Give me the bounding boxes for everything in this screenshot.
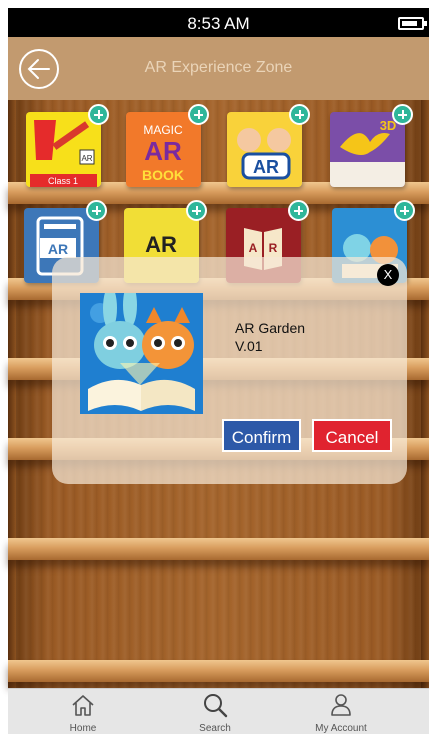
book-cover: AR Class 1 (26, 112, 101, 187)
nav-home[interactable]: Home (38, 689, 128, 734)
user-icon (331, 694, 351, 716)
add-icon[interactable] (186, 200, 207, 221)
nav-search-label: Search (199, 723, 231, 734)
home-icon (72, 695, 94, 716)
app-thumbnail (80, 293, 203, 414)
bottom-nav: Home Search My Account (8, 688, 429, 734)
nav-account-label: My Account (315, 723, 367, 734)
book-tile-3d-bird[interactable]: 3D (330, 104, 413, 187)
app-name: AR Garden (235, 320, 306, 336)
nav-home-label: Home (69, 723, 97, 734)
cancel-button[interactable]: Cancel (312, 419, 392, 452)
svg-text:AR: AR (48, 241, 68, 257)
nav-account[interactable]: My Account (296, 689, 386, 734)
svg-text:AR: AR (144, 136, 182, 166)
app-version: V.01 (235, 338, 263, 354)
book-cover: 3D (330, 112, 405, 187)
confirm-button[interactable]: Confirm (222, 419, 301, 452)
svg-text:AR: AR (145, 232, 177, 257)
svg-text:Class 1: Class 1 (48, 176, 78, 186)
add-icon[interactable] (289, 104, 310, 125)
shelf-plank (8, 660, 429, 682)
add-icon[interactable] (394, 200, 415, 221)
svg-text:A: A (249, 241, 258, 255)
close-dialog-button[interactable]: X (377, 264, 399, 286)
book-tile-class1[interactable]: AR Class 1 (26, 104, 109, 187)
svg-text:BOOK: BOOK (142, 167, 184, 183)
nav-search[interactable]: Search (170, 689, 260, 734)
status-time: 8:53 AM (187, 14, 250, 33)
book-tile-magic-ar[interactable]: MAGIC AR BOOK (126, 104, 209, 187)
battery-icon (398, 17, 427, 30)
add-icon[interactable] (288, 200, 309, 221)
page-title: AR Experience Zone (144, 59, 293, 76)
add-icon[interactable] (188, 104, 209, 125)
add-icon[interactable] (86, 200, 107, 221)
svg-text:AR: AR (253, 157, 279, 177)
svg-text:R: R (269, 241, 278, 255)
book-cover: MAGIC AR BOOK (126, 112, 201, 187)
svg-text:MAGIC: MAGIC (143, 123, 183, 137)
book-cover: AR (227, 112, 302, 187)
status-bar: 8:53 AM (8, 8, 429, 37)
shelf-plank (8, 538, 429, 560)
book-tile-phonics-ar[interactable]: AR (227, 104, 310, 187)
svg-text:AR: AR (81, 154, 92, 163)
add-icon[interactable] (392, 104, 413, 125)
search-icon (204, 694, 228, 718)
app-header: AR Experience Zone (8, 37, 429, 100)
add-icon[interactable] (88, 104, 109, 125)
